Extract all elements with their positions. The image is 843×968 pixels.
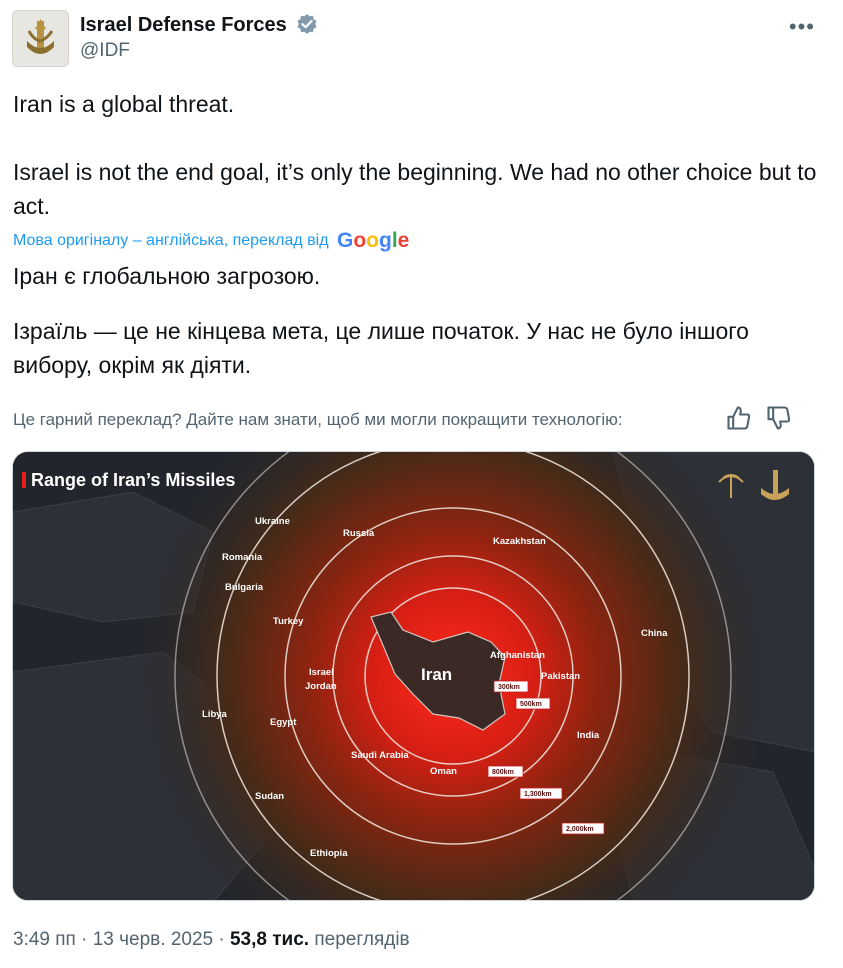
label-israel: Israel bbox=[309, 667, 334, 678]
map-title: Range of Iran’s Missiles bbox=[31, 470, 235, 490]
views-count: 53,8 тис. bbox=[229, 929, 310, 950]
more-options-icon[interactable]: ••• bbox=[789, 14, 815, 40]
translated-text-line2: Ізраїль — це не кінцева мета, це лише по… bbox=[13, 318, 749, 378]
avatar[interactable] bbox=[12, 10, 69, 67]
label-afghanistan: Afghanistan bbox=[490, 650, 545, 661]
label-egypt: Egypt bbox=[270, 717, 297, 728]
label-india: India bbox=[577, 730, 600, 741]
range-label-300: 300km bbox=[498, 684, 520, 691]
range-label-1300: 1,300km bbox=[524, 791, 552, 798]
label-libya: Libya bbox=[202, 709, 228, 720]
label-romania: Romania bbox=[222, 552, 263, 563]
translation-feedback-prompt: Це гарний переклад? Дайте нам знати, щоб… bbox=[13, 410, 623, 429]
thumbs-down-icon[interactable] bbox=[765, 404, 793, 432]
label-kazakhstan: Kazakhstan bbox=[493, 536, 546, 547]
label-ethiopia: Ethiopia bbox=[310, 848, 348, 859]
label-bulgaria: Bulgaria bbox=[225, 582, 264, 593]
tweet-timestamp[interactable]: 3:49 пп · 13 черв. 2025 · bbox=[13, 929, 225, 950]
tweet-text-line2: Israel is not the end goal, it’s only th… bbox=[13, 159, 817, 219]
author-handle[interactable]: @IDF bbox=[80, 38, 318, 64]
views-label: переглядів bbox=[314, 929, 410, 950]
translation-note[interactable]: Мова оригіналу – англійська, переклад ві… bbox=[13, 230, 409, 252]
label-oman: Oman bbox=[430, 766, 457, 777]
tweet-footer: 3:49 пп · 13 черв. 2025 · 53,8 тис. пере… bbox=[13, 929, 410, 951]
title-accent-bar bbox=[22, 472, 26, 488]
label-china: China bbox=[641, 628, 668, 639]
label-sudan: Sudan bbox=[255, 791, 284, 802]
label-russia: Russia bbox=[343, 528, 375, 539]
label-saudi-arabia: Saudi Arabia bbox=[351, 750, 409, 761]
author-name[interactable]: Israel Defense Forces bbox=[80, 12, 287, 38]
translation-note-text: Мова оригіналу – англійська, переклад ві… bbox=[13, 232, 329, 249]
map-graphic: Iran Range of Iran’s Missiles Ukraine Ru… bbox=[13, 452, 814, 900]
thumbs-up-icon[interactable] bbox=[725, 404, 753, 432]
map-iran-label: Iran bbox=[421, 665, 452, 684]
range-label-800: 800km bbox=[492, 769, 514, 776]
translated-text-line1: Іран є глобальною загрозою. bbox=[13, 263, 321, 289]
google-logo: Google bbox=[336, 229, 410, 252]
missile-range-map[interactable]: Iran Range of Iran’s Missiles Ukraine Ru… bbox=[12, 451, 815, 901]
author-block: Israel Defense Forces @IDF bbox=[80, 12, 318, 64]
verified-badge-icon bbox=[297, 14, 317, 34]
range-label-500: 500km bbox=[520, 701, 542, 708]
label-ukraine: Ukraine bbox=[255, 516, 290, 527]
label-pakistan: Pakistan bbox=[541, 671, 580, 682]
label-jordan: Jordan bbox=[305, 681, 337, 692]
label-turkey: Turkey bbox=[273, 616, 304, 627]
range-label-2000: 2,000km bbox=[566, 826, 594, 833]
idf-emblem-icon bbox=[27, 19, 54, 54]
tweet-text-line1: Iran is a global threat. bbox=[13, 91, 235, 117]
